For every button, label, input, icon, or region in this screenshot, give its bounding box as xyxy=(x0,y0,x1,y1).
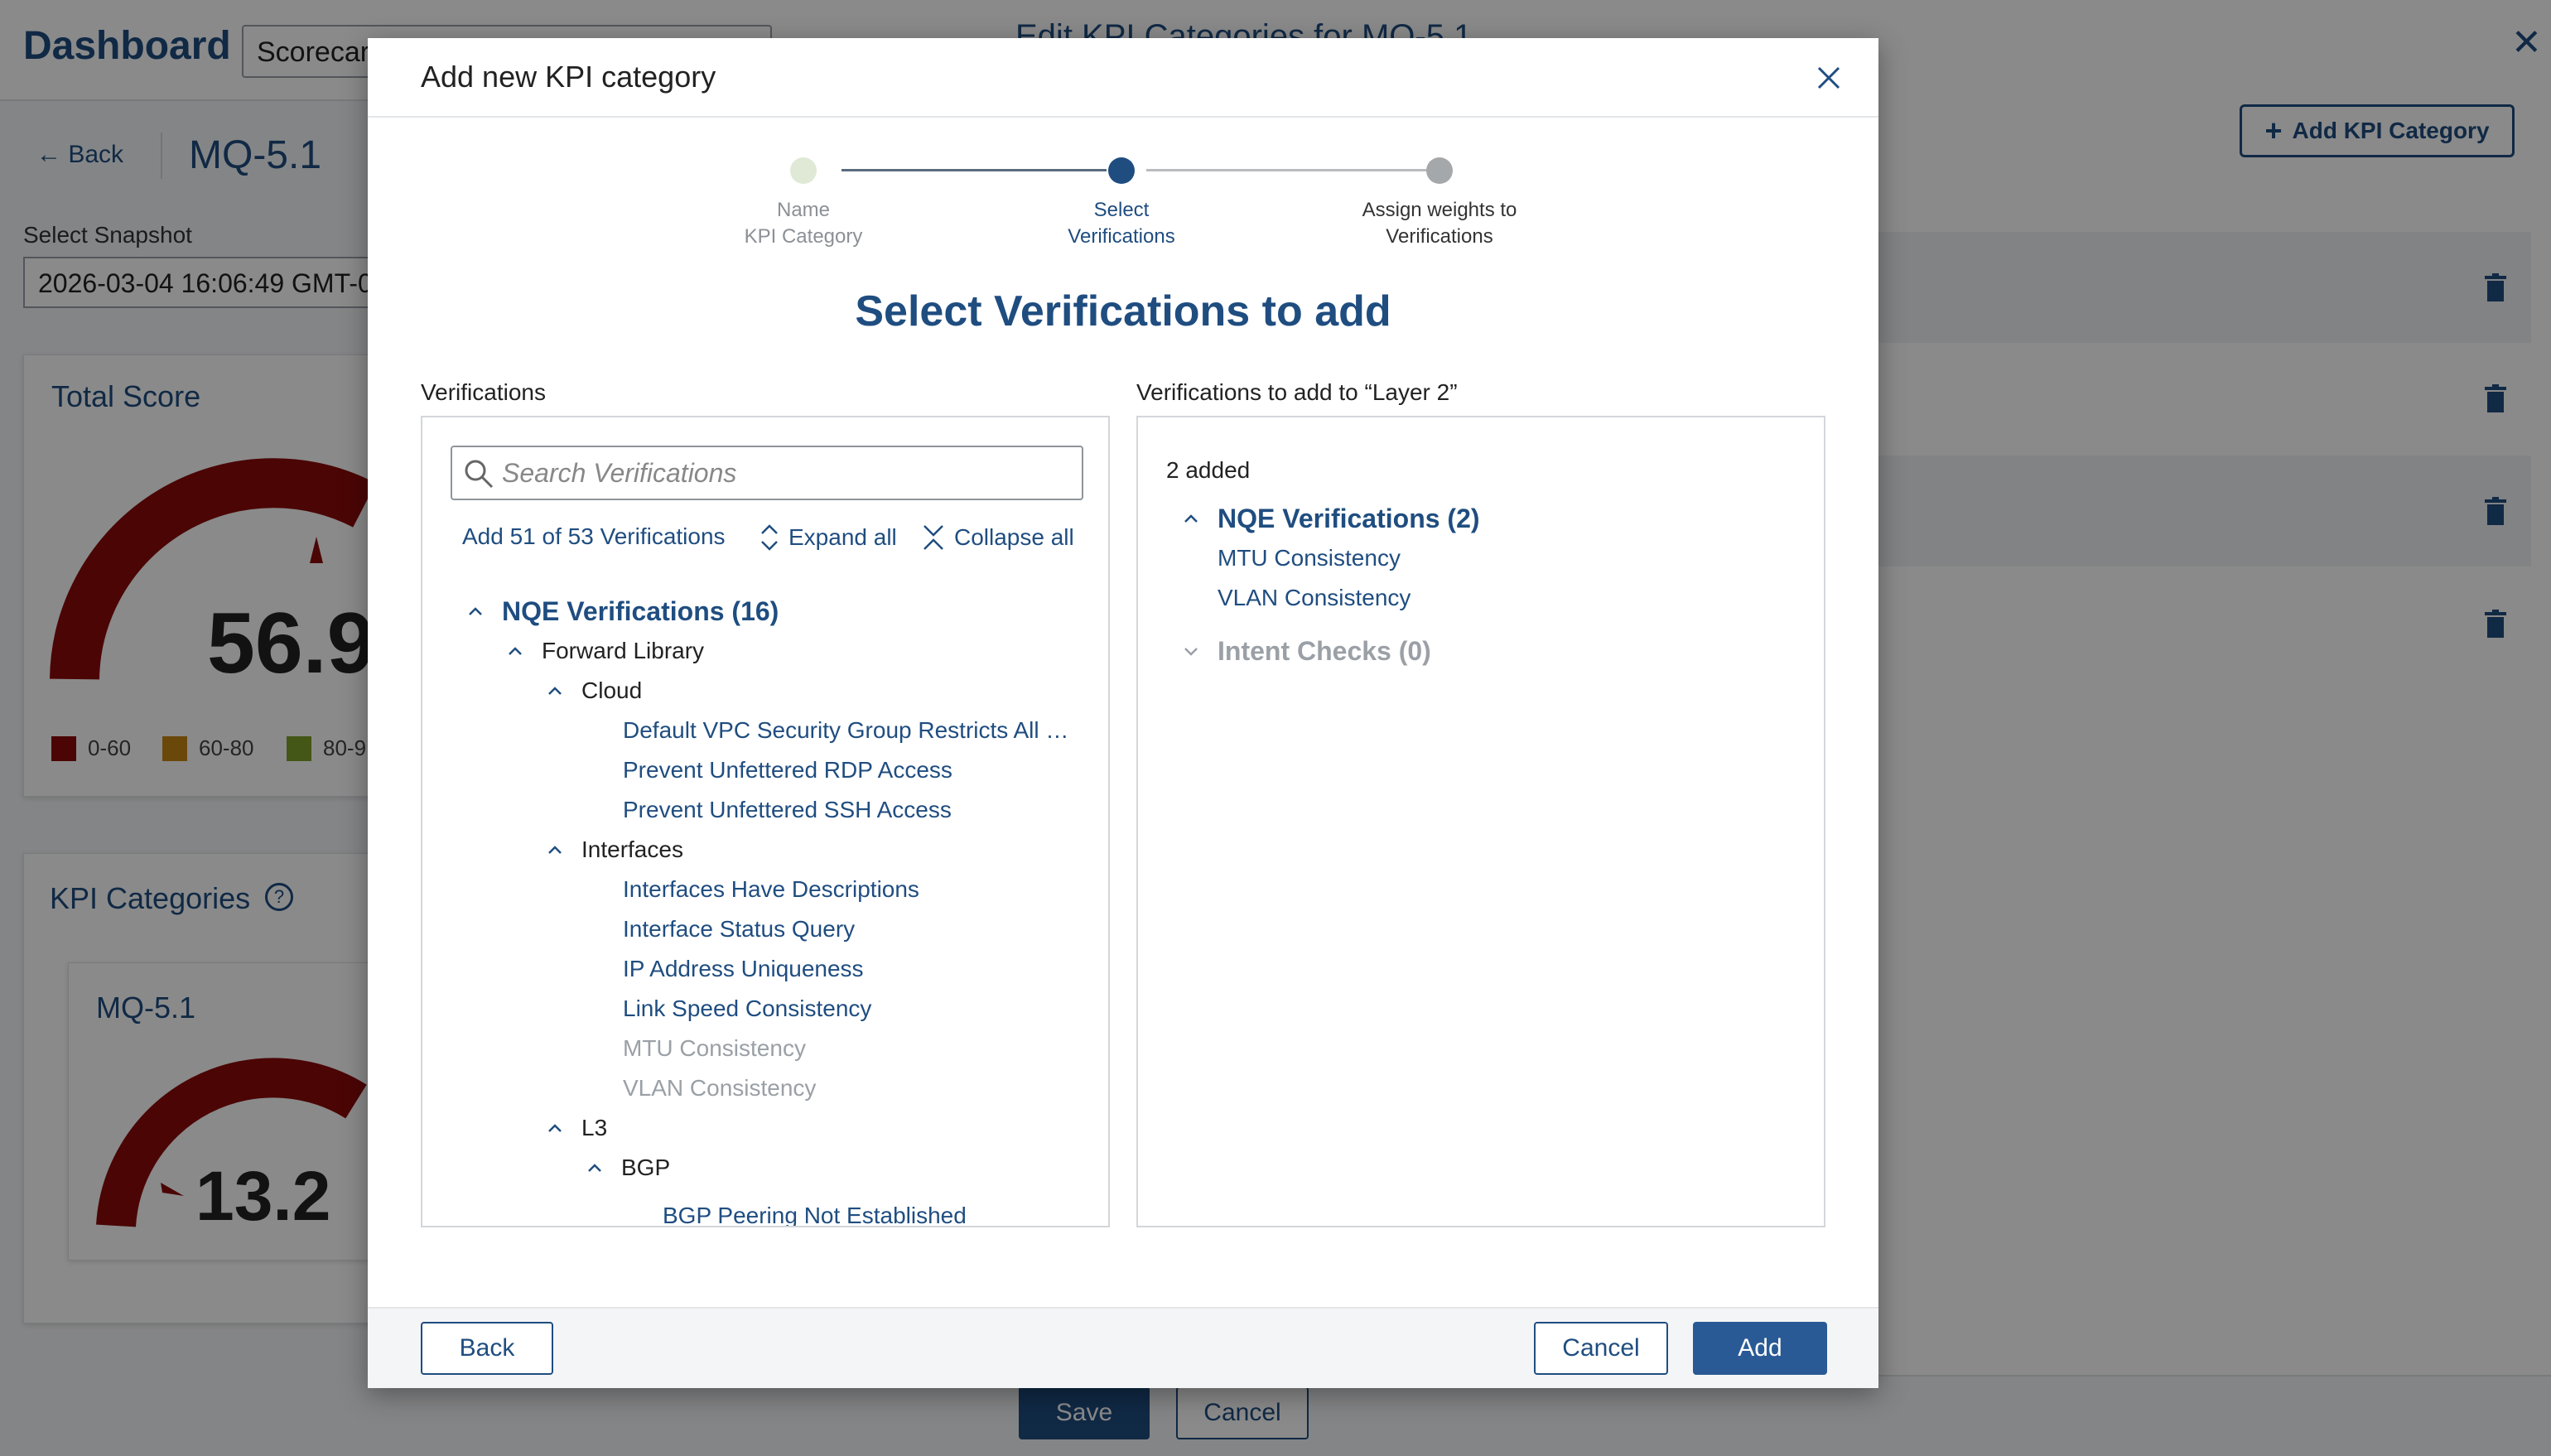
chevron-up-icon xyxy=(548,687,562,695)
verification-label: Default VPC Security Group Restricts All… xyxy=(623,717,1069,743)
tree-leaf[interactable]: Link Speed Consistency xyxy=(623,989,871,1029)
selected-group-label: NQE Verifications (2) xyxy=(1218,503,1480,533)
section-heading: Select Verifications to add xyxy=(855,287,1391,335)
tree-node-interfaces[interactable]: Interfaces xyxy=(542,830,683,870)
verifications-panel: Add 51 of 53 Verifications Expand all Co… xyxy=(421,416,1110,1227)
tree-node-label: Cloud xyxy=(581,677,643,703)
step-label-name: Name KPI Category xyxy=(744,199,863,248)
close-icon[interactable] xyxy=(1814,63,1844,93)
verification-label: Prevent Unfettered SSH Access xyxy=(623,797,952,822)
verification-label: Prevent Unfettered RDP Access xyxy=(623,757,952,783)
tree-group-nqe[interactable]: NQE Verifications (16) xyxy=(462,591,779,631)
verification-label: IP Address Uniqueness xyxy=(623,956,864,981)
tree-leaf[interactable]: Prevent Unfettered RDP Access xyxy=(623,750,952,790)
verification-label: Interface Status Query xyxy=(623,916,856,942)
tree-leaf[interactable]: BGP Peering Not Established xyxy=(663,1196,967,1227)
step-connector xyxy=(1146,169,1426,171)
selected-group-label: Intent Checks (0) xyxy=(1218,635,1431,666)
chevron-up-icon xyxy=(509,647,522,655)
step-dot-pending xyxy=(1426,157,1453,184)
selected-verifications-label: Verifications to add to “Layer 2” xyxy=(1136,379,1458,405)
chevron-up-icon xyxy=(1184,514,1198,523)
tree-node-label: L3 xyxy=(581,1115,608,1140)
expand-all-label: Expand all xyxy=(788,524,897,550)
tree-leaf-disabled: VLAN Consistency xyxy=(623,1068,816,1108)
verification-label: Link Speed Consistency xyxy=(623,996,872,1021)
chevron-up-icon xyxy=(469,607,482,615)
step-dot-active xyxy=(1108,157,1135,184)
collapse-all-label: Collapse all xyxy=(954,524,1074,550)
modal-title: Add new KPI category xyxy=(421,60,716,94)
tree-leaf[interactable]: IP Address Uniqueness xyxy=(623,949,864,989)
step-dot-complete xyxy=(790,157,817,184)
add-button[interactable]: Add xyxy=(1693,1322,1827,1375)
selected-verification-label: VLAN Consistency xyxy=(1218,585,1411,610)
expand-all-button[interactable]: Expand all xyxy=(759,523,897,552)
selected-verifications-panel: 2 added NQE Verifications (2) MTU Consis… xyxy=(1136,416,1825,1227)
cancel-button[interactable]: Cancel xyxy=(1534,1322,1668,1375)
verification-label: BGP Peering Not Established xyxy=(663,1203,967,1227)
step-label-weights: Assign weights to Verifications xyxy=(1362,199,1517,248)
tree-node-cloud[interactable]: Cloud xyxy=(542,671,642,711)
tree-leaf[interactable]: Default VPC Security Group Restricts All… xyxy=(623,711,1068,750)
tree-leaf-disabled: MTU Consistency xyxy=(623,1029,806,1068)
expand-icon xyxy=(761,524,778,551)
add-all-link[interactable]: Add 51 of 53 Verifications xyxy=(462,523,726,550)
add-kpi-category-modal: Add new KPI category Name KPI Category S… xyxy=(368,38,1878,1388)
verifications-tree: NQE Verifications (16) Forward Library C… xyxy=(422,591,1108,1227)
chevron-up-icon xyxy=(588,1164,601,1172)
added-count: 2 added xyxy=(1166,457,1251,483)
verification-label: MTU Consistency xyxy=(623,1035,806,1061)
tree-node-label: BGP xyxy=(621,1155,671,1180)
tree-node-label: Interfaces xyxy=(581,836,683,862)
modal-footer: Back Cancel Add xyxy=(368,1307,1878,1388)
verification-label: VLAN Consistency xyxy=(623,1075,817,1101)
selected-verification[interactable]: VLAN Consistency xyxy=(1218,578,1411,618)
chevron-up-icon xyxy=(548,1124,562,1132)
step-label-select: Select Verifications xyxy=(1068,199,1175,248)
back-button[interactable]: Back xyxy=(421,1322,553,1375)
collapse-all-button[interactable]: Collapse all xyxy=(921,523,1074,552)
search-input[interactable] xyxy=(502,447,1073,499)
selected-group-intent[interactable]: Intent Checks (0) xyxy=(1178,631,1431,671)
tree-leaf[interactable]: Interface Status Query xyxy=(623,909,855,949)
chevron-down-icon xyxy=(1184,648,1198,656)
verification-label: Interfaces Have Descriptions xyxy=(623,876,919,902)
search-box xyxy=(451,446,1083,500)
step-connector xyxy=(841,169,1107,171)
modal-header: Add new KPI category xyxy=(368,38,1878,118)
tree-leaf[interactable]: Interfaces Have Descriptions xyxy=(623,870,919,909)
collapse-icon xyxy=(923,525,943,550)
tree-node-bgp[interactable]: BGP xyxy=(581,1148,670,1188)
verifications-label: Verifications xyxy=(421,379,546,405)
search-icon xyxy=(465,460,494,489)
tree-group-label: NQE Verifications (16) xyxy=(502,595,779,626)
tree-node-label: Forward Library xyxy=(542,638,705,663)
selected-group-nqe[interactable]: NQE Verifications (2) xyxy=(1178,499,1480,538)
tree-node-forward-library[interactable]: Forward Library xyxy=(502,631,704,671)
tree-node-l3[interactable]: L3 xyxy=(542,1108,607,1148)
tree-leaf[interactable]: Prevent Unfettered SSH Access xyxy=(623,790,952,830)
selected-verification-label: MTU Consistency xyxy=(1218,545,1401,571)
chevron-up-icon xyxy=(548,846,562,854)
selected-verification[interactable]: MTU Consistency xyxy=(1218,538,1401,578)
